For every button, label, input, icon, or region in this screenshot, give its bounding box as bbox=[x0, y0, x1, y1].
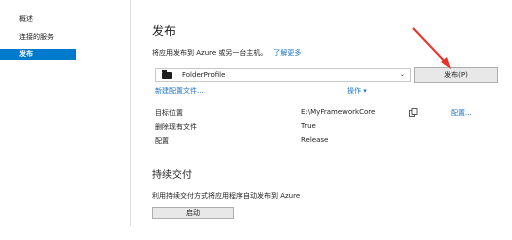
profile-dropdown[interactable]: FolderProfile ⌄ bbox=[155, 68, 411, 82]
delete-existing-label: 删除现有文件 bbox=[155, 123, 197, 131]
actions-menu[interactable]: 操作 ▾ bbox=[347, 86, 367, 96]
delete-existing-value: True bbox=[301, 122, 316, 130]
divider bbox=[130, 0, 131, 226]
sidebar: 概述 连接的服务 发布 bbox=[0, 0, 76, 226]
chevron-down-icon: ⌄ bbox=[399, 71, 405, 78]
configure-link[interactable]: 配置... bbox=[451, 108, 472, 118]
continuous-delivery-title: 持续交付 bbox=[152, 170, 192, 181]
publish-button[interactable]: 发布(P) bbox=[414, 67, 498, 83]
profile-value: FolderProfile bbox=[182, 71, 226, 79]
actions-label: 操作 bbox=[347, 87, 361, 95]
copy-icon[interactable] bbox=[409, 108, 418, 117]
configuration-label: 配置 bbox=[155, 137, 169, 145]
start-button[interactable]: 启动 bbox=[152, 207, 234, 219]
page-title: 发布 bbox=[152, 24, 177, 38]
sidebar-item-publish[interactable]: 发布 bbox=[0, 49, 76, 60]
new-profile-link[interactable]: 新建配置文件... bbox=[155, 86, 204, 96]
publish-description: 将应用发布到 Azure 或另一台主机。 了解更多 bbox=[152, 48, 301, 58]
sidebar-item-overview[interactable]: 概述 bbox=[0, 14, 76, 25]
learn-more-link[interactable]: 了解更多 bbox=[273, 49, 301, 57]
caret-down-icon: ▾ bbox=[361, 87, 367, 95]
folder-icon bbox=[162, 70, 172, 79]
continuous-delivery-description: 利用持续交付方式将应用程序自动发布到 Azure bbox=[152, 192, 301, 200]
publish-description-text: 将应用发布到 Azure 或另一台主机。 bbox=[152, 49, 268, 57]
target-location-label: 目标位置 bbox=[155, 109, 183, 117]
sidebar-item-connected-services[interactable]: 连接的服务 bbox=[0, 32, 76, 43]
configuration-value: Release bbox=[301, 136, 329, 144]
target-location-value: E:\MyFrameworkCore bbox=[301, 108, 376, 116]
